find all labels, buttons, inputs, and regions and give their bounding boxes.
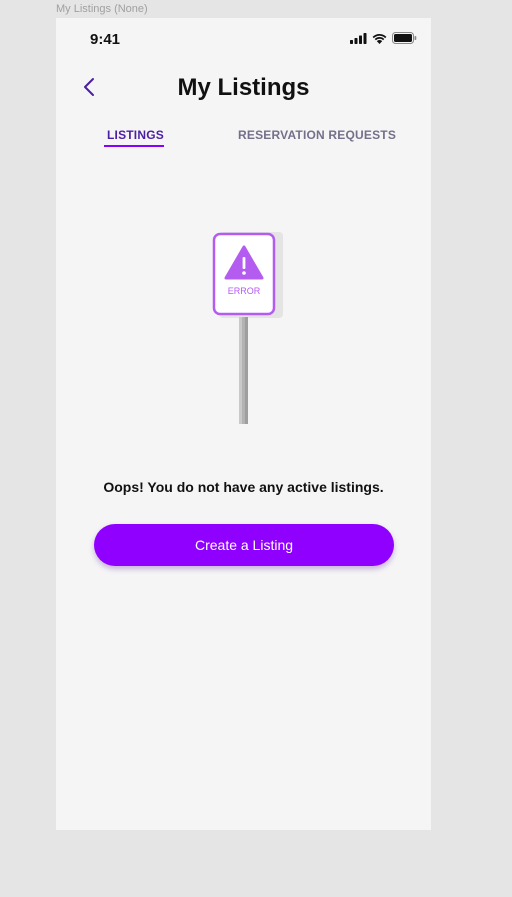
status-icons (350, 32, 417, 44)
battery-icon (392, 32, 417, 44)
active-tab-indicator (104, 145, 164, 147)
signal-icon (350, 32, 367, 44)
empty-state-message: Oops! You do not have any active listing… (103, 479, 384, 495)
tab-listings[interactable]: LISTINGS (107, 128, 164, 142)
tab-reservation-requests[interactable]: RESERVATION REQUESTS (238, 128, 396, 142)
frame-label: My Listings (None) (56, 3, 148, 15)
sign-error-text: ERROR (228, 286, 261, 296)
status-time: 9:41 (90, 31, 121, 48)
error-sign-illustration: ERROR (212, 232, 283, 424)
wifi-icon (372, 33, 387, 44)
phone-screen: 9:41 My Listings LISTINGS RESERVATION RE… (56, 18, 431, 830)
create-listing-button[interactable]: Create a Listing (94, 524, 394, 566)
page-title: My Listings (177, 74, 310, 101)
